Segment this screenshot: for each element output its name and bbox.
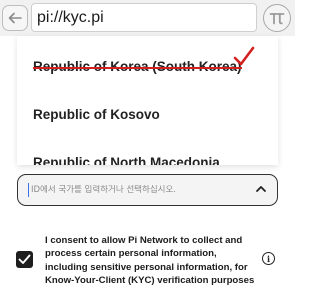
arrow-left-icon [8,12,22,24]
selected-underline [33,67,242,69]
country-dropdown-list: Republic of Korea (South Korea) Republic… [17,36,278,165]
consent-checkbox[interactable] [16,251,33,268]
country-search-input[interactable] [31,185,241,195]
info-glyph: i [266,253,271,264]
text-caret [28,183,29,197]
country-option-label: Republic of North Macedonia [33,154,220,166]
country-option-kosovo[interactable]: Republic of Kosovo [17,94,278,134]
pi-logo-icon [269,13,285,25]
country-combobox[interactable] [17,174,278,206]
address-bar[interactable]: pi://kyc.pi [31,3,257,32]
back-button[interactable] [2,5,28,31]
info-icon[interactable]: i [262,252,275,265]
country-option-label: Republic of Korea (South Korea) [33,58,242,74]
country-option-north-macedonia[interactable]: Republic of North Macedonia [17,142,278,166]
url-text: pi://kyc.pi [37,8,104,26]
browser-toolbar: pi://kyc.pi [0,0,295,36]
checkmark-icon [233,46,255,66]
chevron-up-icon[interactable] [255,184,267,194]
consent-text: I consent to allow Pi Network to collect… [45,235,255,287]
checkbox-check-icon [18,254,31,264]
country-option-label: Republic of Kosovo [33,106,160,122]
pi-browser-button[interactable] [263,4,291,32]
